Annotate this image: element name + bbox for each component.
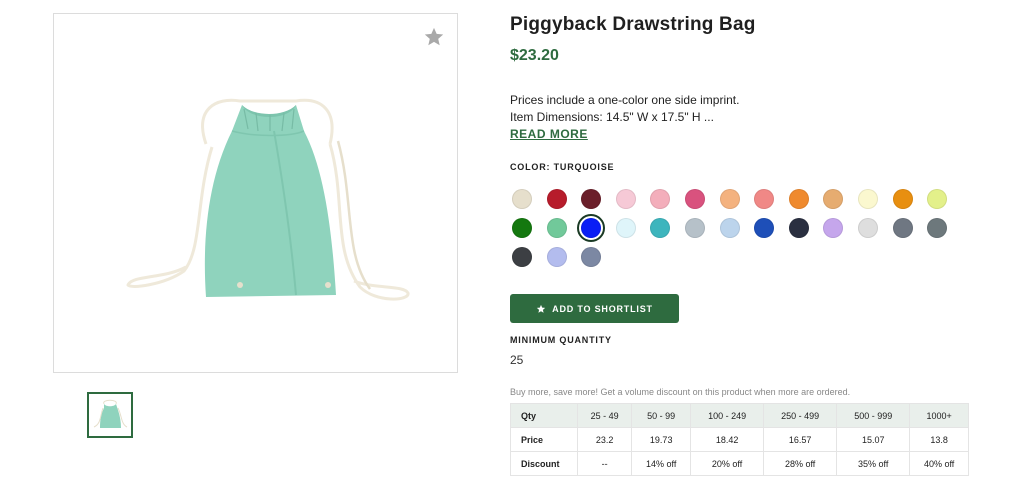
color-swatch[interactable] xyxy=(719,189,740,209)
shortlist-label: ADD TO SHORTLIST xyxy=(552,303,653,314)
color-swatch[interactable] xyxy=(892,218,913,238)
read-more-link[interactable]: READ MORE xyxy=(510,127,588,141)
color-label: COLOR: TURQUOISE xyxy=(510,162,615,172)
table-header-cell: 250 - 499 xyxy=(763,403,838,428)
table-cell: 20% off xyxy=(690,451,765,476)
color-swatch[interactable] xyxy=(927,218,948,238)
color-swatch[interactable] xyxy=(546,218,567,238)
color-swatch[interactable] xyxy=(512,218,532,238)
product-description: Prices include a one-color one side impr… xyxy=(510,92,739,126)
color-swatch[interactable] xyxy=(546,189,567,209)
table-row-label: Discount xyxy=(510,451,578,476)
star-icon xyxy=(537,304,546,313)
description-line: Item Dimensions: 14.5" W x 17.5" H ... xyxy=(510,110,714,124)
color-swatch[interactable] xyxy=(719,218,740,238)
drawstring-bag-thumbnail xyxy=(93,399,128,428)
color-swatch[interactable] xyxy=(650,218,671,238)
table-cell: 18.42 xyxy=(690,427,765,452)
table-cell: 40% off xyxy=(909,451,969,476)
color-swatch[interactable] xyxy=(823,189,844,209)
table-cell: 19.73 xyxy=(631,427,692,452)
color-swatch[interactable] xyxy=(754,189,775,209)
table-header-cell: 25 - 49 xyxy=(576,403,633,428)
minimum-quantity-value: 25 xyxy=(510,353,524,367)
color-swatch[interactable] xyxy=(577,214,606,242)
color-swatch[interactable] xyxy=(927,189,948,209)
color-swatch[interactable] xyxy=(892,189,913,209)
color-swatch[interactable] xyxy=(788,218,809,238)
minimum-quantity-label: MINIMUM QUANTITY xyxy=(510,335,612,345)
drawstring-bag-image xyxy=(126,98,410,301)
table-header-cell: 500 - 999 xyxy=(836,403,911,428)
product-title: Piggyback Drawstring Bag xyxy=(510,14,756,35)
table-cell: 16.57 xyxy=(763,427,838,452)
table-header-cell: 1000+ xyxy=(909,403,969,428)
color-swatch[interactable] xyxy=(615,189,636,209)
color-swatch[interactable] xyxy=(823,218,844,238)
table-header-cell: Qty xyxy=(510,403,578,428)
color-swatch[interactable] xyxy=(581,247,602,267)
table-row: Discount -- 14% off 20% off 28% off 35% … xyxy=(510,451,969,476)
product-price: $23.20 xyxy=(510,47,559,64)
color-swatch[interactable] xyxy=(858,218,878,238)
color-swatch[interactable] xyxy=(512,247,532,267)
table-cell: -- xyxy=(576,451,633,476)
product-thumbnail[interactable] xyxy=(87,392,133,438)
color-swatch[interactable] xyxy=(512,189,532,209)
table-cell: 35% off xyxy=(836,451,911,476)
color-swatch[interactable] xyxy=(788,189,809,209)
description-line: Prices include a one-color one side impr… xyxy=(510,93,740,107)
color-swatch[interactable] xyxy=(650,189,671,209)
table-cell: 13.8 xyxy=(909,427,969,452)
product-image-frame xyxy=(53,13,458,373)
color-swatch[interactable] xyxy=(546,247,567,267)
color-swatch[interactable] xyxy=(754,218,775,238)
color-swatch[interactable] xyxy=(858,189,878,209)
table-header-row: Qty 25 - 49 50 - 99 100 - 249 250 - 499 … xyxy=(510,403,969,428)
color-swatch[interactable] xyxy=(685,189,705,209)
table-cell: 14% off xyxy=(631,451,692,476)
table-row-label: Price xyxy=(510,427,578,452)
color-swatch[interactable] xyxy=(685,218,705,238)
add-to-shortlist-button[interactable]: ADD TO SHORTLIST xyxy=(510,294,679,323)
table-header-cell: 100 - 249 xyxy=(690,403,765,428)
table-cell: 28% off xyxy=(763,451,838,476)
table-cell: 15.07 xyxy=(836,427,911,452)
table-header-cell: 50 - 99 xyxy=(631,403,692,428)
volume-pricing-table: Qty 25 - 49 50 - 99 100 - 249 250 - 499 … xyxy=(510,403,969,476)
star-icon[interactable] xyxy=(423,26,445,48)
table-cell: 23.2 xyxy=(576,427,633,452)
volume-discount-note: Buy more, save more! Get a volume discou… xyxy=(510,387,851,397)
color-swatch[interactable] xyxy=(615,218,636,238)
table-row: Price 23.2 19.73 18.42 16.57 15.07 13.8 xyxy=(510,427,969,452)
color-swatch[interactable] xyxy=(581,189,602,209)
